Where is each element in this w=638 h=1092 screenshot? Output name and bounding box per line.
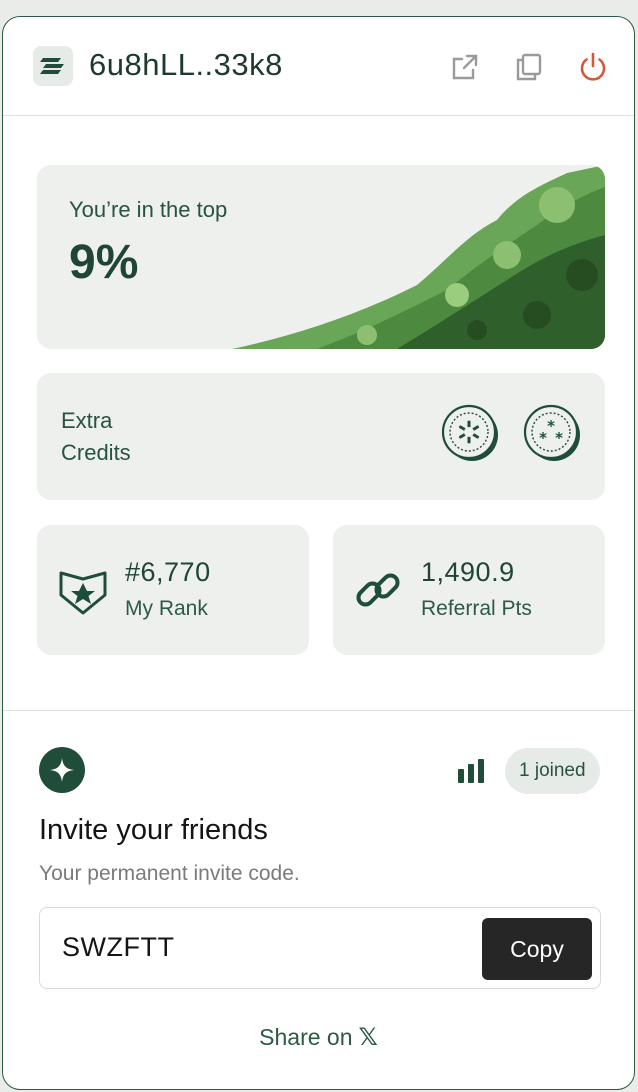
referral-points-label: Referral Pts [421,597,532,620]
referral-card: 1,490.9 Referral Pts [333,525,605,655]
wallet-panel: 6u8hLL..33k8 You’re in the top 9% Extra … [2,16,635,1090]
wallet-header: 6u8hLL..33k8 [3,17,634,116]
copy-icon[interactable] [513,51,545,83]
x-logo-icon: 𝕏 [358,1024,378,1051]
svg-text:*: * [555,429,563,447]
rank-label: My Rank [125,597,208,620]
invite-title: Invite your friends [39,814,268,846]
section-divider [3,710,634,711]
invite-subtitle: Your permanent invite code. [39,862,300,885]
extra-credits-label-line1: Extra [61,408,113,433]
rank-card: #6,770 My Rank [37,525,309,655]
star-shield-icon [57,565,109,617]
invite-code[interactable]: SWZFTT [62,932,174,963]
copy-code-button[interactable]: Copy [482,918,592,980]
svg-text:*: * [547,417,555,435]
extra-credits-card[interactable]: Extra Credits * * * [37,373,605,500]
extra-credits-label-line2: Credits [61,440,131,465]
top-percentile-value: 9% [69,236,139,289]
invite-code-field[interactable]: SWZFTT Copy [39,907,601,989]
top-percentile-card: You’re in the top 9% [37,165,605,349]
sparkle-icon [39,747,85,793]
bar-chart-icon [457,759,485,783]
asterisk-coin-icon [441,403,501,463]
power-icon[interactable] [577,51,609,83]
extra-credits-label: Extra Credits [61,405,201,469]
chain-link-icon [353,565,405,617]
logo-icon [33,46,73,86]
joined-count-badge: 1 joined [505,748,600,794]
external-link-icon[interactable] [449,51,481,83]
share-on-x-link[interactable]: Share on 𝕏 [3,1023,634,1052]
wallet-address[interactable]: 6u8hLL..33k8 [89,47,283,83]
referral-points-value: 1,490.9 [421,557,515,587]
share-label: Share on [259,1024,353,1050]
svg-text:*: * [539,429,547,447]
triple-asterisk-coin-icon: * * * [523,403,583,463]
top-percentile-label: You’re in the top [69,197,228,222]
rank-value: #6,770 [125,557,211,587]
